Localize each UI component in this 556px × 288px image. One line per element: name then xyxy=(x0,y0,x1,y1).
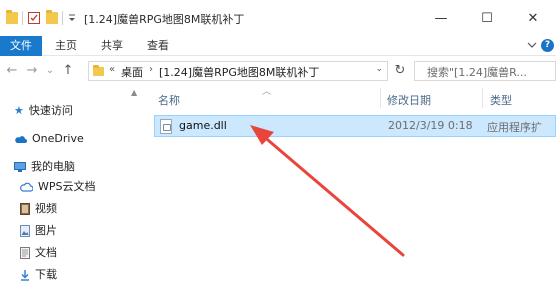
sort-ascending-icon: ︿ xyxy=(262,87,272,97)
tab-file[interactable]: 文件 xyxy=(0,36,42,56)
separator xyxy=(62,11,63,25)
sidebar-item-label: 文档 xyxy=(35,246,57,259)
cloud-icon xyxy=(15,135,27,143)
address-bar[interactable]: « 桌面 › [1.24]魔兽RPG地图8M联机补丁 ⌄ xyxy=(88,61,388,81)
title-bar: [1.24]魔兽RPG地图8M联机补丁 — ☐ ✕ xyxy=(0,0,556,36)
maximize-button[interactable]: ☐ xyxy=(464,0,510,36)
sidebar-item-quick-access[interactable]: ★ 快速访问 xyxy=(14,102,73,120)
sidebar-item-onedrive[interactable]: OneDrive xyxy=(14,130,84,148)
sidebar-item-downloads[interactable]: 下载 xyxy=(20,266,57,284)
wps-cloud-icon xyxy=(20,182,33,192)
sidebar-item-label: OneDrive xyxy=(32,132,84,145)
chevron-right-icon[interactable]: › xyxy=(149,64,153,75)
star-icon: ★ xyxy=(14,104,24,117)
video-folder-icon xyxy=(20,203,30,215)
close-button[interactable]: ✕ xyxy=(510,0,556,36)
tab-share[interactable]: 共享 xyxy=(94,36,130,56)
back-button[interactable]: ← xyxy=(4,63,20,79)
computer-icon xyxy=(14,162,26,172)
breadcrumb-desktop[interactable]: 桌面 xyxy=(121,64,143,80)
search-box[interactable]: 搜索"[1.24]魔兽R... xyxy=(414,61,556,81)
sidebar-item-label: 快速访问 xyxy=(28,104,73,117)
tab-view[interactable]: 查看 xyxy=(140,36,176,56)
chevron-down-icon[interactable] xyxy=(526,39,538,51)
separator xyxy=(22,11,23,25)
sidebar-item-documents[interactable]: 文档 xyxy=(20,244,57,262)
column-header-type[interactable]: 类型 xyxy=(490,92,512,108)
column-header-modified[interactable]: 修改日期 xyxy=(387,92,431,108)
chevron-up-icon[interactable]: ▲ xyxy=(131,88,137,97)
document-folder-icon xyxy=(20,247,30,259)
properties-icon[interactable] xyxy=(28,12,40,24)
overflow-chevron[interactable]: « xyxy=(109,64,115,75)
chevron-down-icon[interactable]: ⌄ xyxy=(375,64,383,74)
tab-home[interactable]: 主页 xyxy=(48,36,84,56)
help-icon[interactable]: ? xyxy=(541,39,554,52)
file-type: 应用程序扩 xyxy=(487,121,542,134)
sidebar-item-label: WPS云文档 xyxy=(38,180,96,193)
forward-button[interactable]: → xyxy=(24,63,40,79)
sidebar-item-videos[interactable]: 视频 xyxy=(20,200,57,218)
navigation-pane: ★ 快速访问 OneDrive 我的电脑 WPS云文档 视频 图片 文档 下载 … xyxy=(0,86,140,288)
sidebar-scrollbar[interactable]: ▲ xyxy=(130,86,140,288)
download-folder-icon xyxy=(21,270,29,281)
breadcrumb-current-folder[interactable]: [1.24]魔兽RPG地图8M联机补丁 xyxy=(159,64,319,80)
column-divider[interactable] xyxy=(380,88,381,108)
dll-file-icon xyxy=(160,119,172,134)
refresh-button[interactable]: ↻ xyxy=(392,63,408,79)
sidebar-item-label: 下载 xyxy=(35,268,57,281)
file-list: ︿ 名称 修改日期 类型 game.dll 2012/3/19 0:18 应用程… xyxy=(148,86,556,288)
qa-dropdown-icon[interactable] xyxy=(66,12,78,24)
sidebar-item-label: 视频 xyxy=(35,202,57,215)
minimize-button[interactable]: — xyxy=(418,0,464,36)
sidebar-item-label: 图片 xyxy=(35,224,57,237)
ribbon-tabs: 文件 主页 共享 查看 ? xyxy=(0,36,556,56)
file-name: game.dll xyxy=(179,119,227,132)
sidebar-item-pictures[interactable]: 图片 xyxy=(20,222,57,240)
window-title: [1.24]魔兽RPG地图8M联机补丁 xyxy=(84,13,245,26)
column-header-name[interactable]: 名称 xyxy=(158,92,180,108)
up-button[interactable]: ↑ xyxy=(60,63,76,79)
column-divider[interactable] xyxy=(482,88,483,108)
sidebar-item-label: 我的电脑 xyxy=(31,160,75,173)
recent-locations-button[interactable]: ⌄ xyxy=(42,63,58,79)
file-row[interactable]: game.dll 2012/3/19 0:18 应用程序扩 xyxy=(154,115,556,137)
new-folder-icon[interactable] xyxy=(46,10,58,24)
sidebar-item-wps-cloud[interactable]: WPS云文档 xyxy=(20,178,96,196)
folder-icon xyxy=(93,65,104,76)
search-input[interactable]: 搜索"[1.24]魔兽R... xyxy=(427,64,527,80)
file-modified: 2012/3/19 0:18 xyxy=(388,119,473,132)
folder-icon xyxy=(6,10,18,24)
navigation-bar: ← → ⌄ ↑ « 桌面 › [1.24]魔兽RPG地图8M联机补丁 ⌄ ↻ 搜… xyxy=(0,57,556,85)
picture-folder-icon xyxy=(20,225,30,237)
sidebar-item-my-computer[interactable]: 我的电脑 xyxy=(14,158,75,176)
